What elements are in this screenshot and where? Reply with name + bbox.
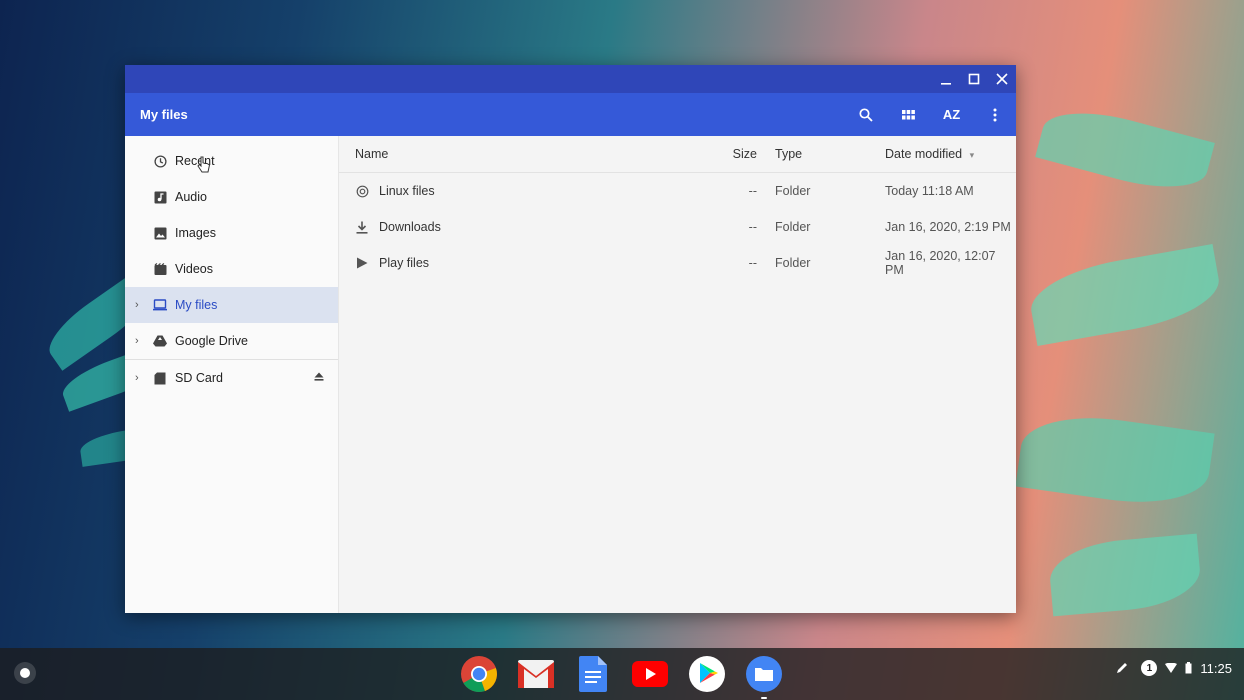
- file-name: Linux files: [379, 184, 435, 198]
- wallpaper-leaf: [1015, 407, 1215, 513]
- chevron-right-icon[interactable]: ›: [135, 335, 151, 347]
- audio-icon: [153, 190, 167, 204]
- status-tray[interactable]: 1 11:25: [1115, 660, 1232, 676]
- clock-time: 11:25: [1200, 660, 1232, 676]
- sidebar-item-google-drive[interactable]: › Google Drive: [125, 323, 338, 359]
- drive-icon: [153, 334, 167, 348]
- file-size: --: [748, 184, 757, 198]
- file-date: Jan 16, 2020, 12:07 PM: [885, 249, 996, 277]
- chevron-right-icon[interactable]: ›: [135, 372, 151, 384]
- file-name: Play files: [379, 256, 430, 270]
- hand-cursor-icon: [197, 156, 211, 173]
- gmail-icon: [518, 660, 554, 688]
- sidebar-item-label: Videos: [175, 262, 213, 276]
- app-bar: My files AZ: [125, 93, 1016, 136]
- sidebar-item-audio[interactable]: Audio: [125, 179, 338, 215]
- wallpaper-leaf: [1047, 533, 1203, 617]
- search-button[interactable]: [844, 93, 887, 136]
- file-date: Jan 16, 2020, 2:19 PM: [885, 220, 1011, 234]
- minimize-icon: [941, 83, 951, 85]
- shelf-apps: [460, 655, 783, 699]
- column-header-size[interactable]: Size: [695, 147, 775, 161]
- wallpaper-leaf: [1035, 99, 1215, 201]
- system-status[interactable]: 1 11:25: [1141, 660, 1232, 676]
- more-vert-icon: [993, 108, 996, 121]
- close-button[interactable]: [988, 65, 1016, 93]
- file-size: --: [748, 256, 757, 270]
- image-icon: [153, 226, 167, 240]
- play-store-app[interactable]: [688, 655, 726, 693]
- file-name: Downloads: [379, 220, 441, 234]
- sort-button[interactable]: AZ: [930, 93, 973, 136]
- stylus-icon[interactable]: [1115, 661, 1129, 675]
- file-type: Folder: [775, 220, 811, 234]
- grid-view-button[interactable]: [887, 93, 930, 136]
- shelf: 1 11:25: [0, 648, 1244, 700]
- close-icon: [996, 73, 1008, 85]
- battery-icon: [1185, 662, 1192, 674]
- sidebar-item-label: SD Card: [175, 371, 223, 385]
- file-type: Folder: [775, 256, 811, 270]
- files-app[interactable]: [745, 655, 783, 699]
- sidebar-item-label: Images: [175, 226, 216, 240]
- sort-arrow-down-icon: ▾: [969, 150, 975, 160]
- sidebar-item-recent[interactable]: Recent: [125, 143, 338, 179]
- column-header-date-modified[interactable]: Date modified ▾: [885, 147, 1016, 161]
- video-icon: [153, 262, 167, 276]
- chrome-app[interactable]: [460, 655, 498, 693]
- sidebar-item-images[interactable]: Images: [125, 215, 338, 251]
- file-date: Today 11:18 AM: [885, 184, 974, 198]
- sidebar-item-videos[interactable]: Videos: [125, 251, 338, 287]
- sidebar-item-label: My files: [175, 298, 218, 312]
- page-title: My files: [140, 107, 188, 122]
- more-options-button[interactable]: [973, 93, 1016, 136]
- grid-view-icon: [902, 109, 915, 119]
- sd-card-icon: [153, 371, 167, 385]
- window-title-bar[interactable]: [125, 65, 1016, 93]
- youtube-icon: [632, 661, 668, 687]
- laptop-icon: [153, 298, 167, 312]
- column-header-name[interactable]: Name: [339, 147, 695, 161]
- files-icon: [746, 656, 782, 692]
- column-header-type[interactable]: Type: [775, 147, 885, 161]
- chrome-icon: [461, 656, 497, 693]
- wifi-icon: [1165, 663, 1178, 673]
- linux-icon: [355, 184, 369, 198]
- maximize-icon: [968, 73, 980, 85]
- search-icon: [858, 107, 873, 122]
- wallpaper-leaf: [1025, 244, 1225, 346]
- docs-icon: [579, 656, 607, 692]
- sidebar-item-sd-card[interactable]: › SD Card: [125, 360, 338, 396]
- docs-app[interactable]: [574, 655, 612, 693]
- file-size: --: [748, 220, 757, 234]
- notification-count-badge: 1: [1141, 660, 1158, 676]
- gmail-app[interactable]: [517, 655, 555, 693]
- minimize-button[interactable]: [932, 65, 960, 93]
- file-type: Folder: [775, 184, 811, 198]
- active-app-indicator: [761, 697, 767, 699]
- sidebar-item-my-files[interactable]: › My files: [125, 287, 338, 323]
- sidebar-item-label: Google Drive: [175, 334, 248, 348]
- eject-icon[interactable]: [314, 372, 324, 384]
- table-row[interactable]: Play files -- Folder Jan 16, 2020, 12:07…: [339, 245, 1016, 281]
- youtube-app[interactable]: [631, 655, 669, 693]
- column-header-date-label: Date modified: [885, 147, 963, 161]
- chevron-right-icon[interactable]: ›: [135, 299, 151, 311]
- play-files-icon: [355, 256, 369, 270]
- download-icon: [355, 220, 369, 234]
- files-app-window: My files AZ Recent Audio Images Videos ›…: [125, 65, 1016, 613]
- sidebar-item-label: Audio: [175, 190, 207, 204]
- clock-icon: [153, 154, 167, 168]
- file-list-header: Name Size Type Date modified ▾: [339, 136, 1016, 173]
- maximize-button[interactable]: [960, 65, 988, 93]
- play-store-icon: [689, 656, 725, 692]
- file-list: Name Size Type Date modified ▾ Linux fil…: [339, 136, 1016, 613]
- table-row[interactable]: Downloads -- Folder Jan 16, 2020, 2:19 P…: [339, 209, 1016, 245]
- launcher-button[interactable]: [14, 662, 36, 684]
- table-row[interactable]: Linux files -- Folder Today 11:18 AM: [339, 173, 1016, 209]
- sidebar: Recent Audio Images Videos › My files ›: [125, 136, 339, 613]
